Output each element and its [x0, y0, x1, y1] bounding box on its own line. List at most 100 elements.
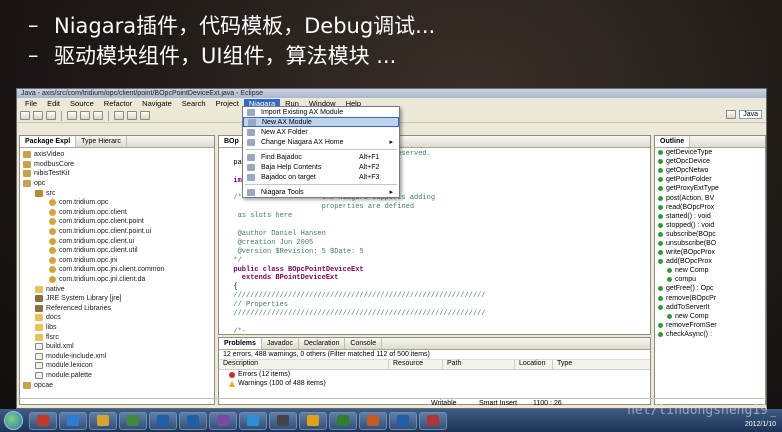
- tab-type-hierarchy[interactable]: Type Hierarc: [76, 136, 127, 147]
- open-type-icon[interactable]: [127, 111, 137, 120]
- menu-item[interactable]: Find Bajadoc Alt+F1: [243, 152, 399, 162]
- taskbar-app-button[interactable]: [329, 411, 357, 430]
- taskbar-app-button[interactable]: [389, 411, 417, 430]
- outline-item[interactable]: stopped() : void: [655, 221, 765, 230]
- tab-outline[interactable]: Outline: [655, 136, 691, 147]
- search-icon[interactable]: [140, 111, 150, 120]
- tab-problems[interactable]: Problems: [219, 338, 262, 349]
- col-description[interactable]: Description: [219, 360, 389, 369]
- tree-item[interactable]: com.tridium.opc.client: [23, 208, 214, 218]
- outline-item[interactable]: post(Action, BV: [655, 193, 765, 202]
- tree-item[interactable]: JRE System Library [jre]: [23, 294, 214, 304]
- menu-source[interactable]: Source: [65, 99, 99, 108]
- print-icon[interactable]: [46, 111, 56, 120]
- tree-item[interactable]: com.tridium.opc.client.point.ui: [23, 227, 214, 237]
- taskbar-app-button[interactable]: [419, 411, 447, 430]
- taskbar-app-button[interactable]: [299, 411, 327, 430]
- outline-item[interactable]: subscribe(BOpc: [655, 230, 765, 239]
- tree-item[interactable]: com.tridium.opc.client.util: [23, 246, 214, 256]
- tree-item[interactable]: opc: [23, 179, 214, 189]
- menu-item[interactable]: Niagara Tools ▸: [243, 187, 399, 197]
- taskbar-app-button[interactable]: [179, 411, 207, 430]
- menu-project[interactable]: Project: [211, 99, 244, 108]
- tree-item[interactable]: com.tridium.opc.client.ui: [23, 236, 214, 246]
- tree-item[interactable]: module.palette: [23, 371, 214, 381]
- menu-refactor[interactable]: Refactor: [99, 99, 137, 108]
- outline-item[interactable]: started() : void: [655, 212, 765, 221]
- taskbar-app-button[interactable]: [29, 411, 57, 430]
- java-perspective-button[interactable]: Java: [739, 110, 762, 119]
- tree-item[interactable]: module-include.xml: [23, 351, 214, 361]
- menu-item[interactable]: New AX Folder: [243, 127, 399, 137]
- tree-item[interactable]: opcae: [23, 380, 214, 390]
- external-tools-icon[interactable]: [93, 111, 103, 120]
- tab-package-explorer[interactable]: Package Expl: [20, 136, 77, 147]
- menu-item[interactable]: New AX Module: [243, 117, 399, 127]
- tree-item[interactable]: build.xml: [23, 342, 214, 352]
- tree-item[interactable]: flsrc: [23, 332, 214, 342]
- tree-item[interactable]: modbusCore: [23, 160, 214, 170]
- menu-item[interactable]: Baja Help Contents Alt+F2: [243, 162, 399, 172]
- tree-item[interactable]: libs: [23, 323, 214, 333]
- outline-item[interactable]: getOpcDevice: [655, 157, 765, 166]
- errors-row[interactable]: Errors (12 items): [219, 370, 650, 379]
- new-icon[interactable]: [20, 111, 30, 120]
- tree-item[interactable]: com.tridium.opc.client.point: [23, 217, 214, 227]
- tab-declaration[interactable]: Declaration: [299, 338, 346, 349]
- menu-navigate[interactable]: Navigate: [137, 99, 177, 108]
- tree-item[interactable]: docs: [23, 313, 214, 323]
- open-perspective-icon[interactable]: [726, 110, 737, 119]
- tree-item[interactable]: src: [23, 188, 214, 198]
- tree-item[interactable]: com.tridium.opc.jni: [23, 256, 214, 266]
- outline-item[interactable]: compu: [655, 275, 765, 284]
- tree-item[interactable]: native: [23, 284, 214, 294]
- outline-item[interactable]: getDeviceType: [655, 148, 765, 157]
- taskbar-app-button[interactable]: [119, 411, 147, 430]
- tree-item[interactable]: nibisTestKit: [23, 169, 214, 179]
- taskbar-app-button[interactable]: [209, 411, 237, 430]
- save-icon[interactable]: [33, 111, 43, 120]
- menu-file[interactable]: File: [20, 99, 42, 108]
- tree-item[interactable]: com.tridium.opc.jni.client.da: [23, 275, 214, 285]
- col-resource[interactable]: Resource: [389, 360, 443, 369]
- tab-console[interactable]: Console: [345, 338, 383, 349]
- menu-edit[interactable]: Edit: [42, 99, 65, 108]
- taskbar-app-button[interactable]: [239, 411, 267, 430]
- tree-item[interactable]: axisVideo: [23, 150, 214, 160]
- outline-item[interactable]: removeFromSer: [655, 321, 765, 330]
- tree-item[interactable]: module.lexicon: [23, 361, 214, 371]
- run-icon[interactable]: [80, 111, 90, 120]
- menu-item[interactable]: Bajadoc on target Alt+F3: [243, 172, 399, 182]
- new-class-icon[interactable]: [114, 111, 124, 120]
- col-location[interactable]: Location: [515, 360, 553, 369]
- warnings-row[interactable]: Warnings (100 of 488 items): [219, 379, 650, 388]
- menu-item[interactable]: Import Existing AX Module: [243, 107, 399, 117]
- taskbar-app-button[interactable]: [59, 411, 87, 430]
- tree-item[interactable]: com.tridium.opc: [23, 198, 214, 208]
- outline-item[interactable]: getProxyExtType: [655, 184, 765, 193]
- outline-item[interactable]: read(BOpcProx: [655, 203, 765, 212]
- taskbar-app-button[interactable]: [89, 411, 117, 430]
- outline-item[interactable]: add(BOpcProx: [655, 257, 765, 266]
- outline-item[interactable]: getOpcNetwo: [655, 166, 765, 175]
- col-path[interactable]: Path: [443, 360, 515, 369]
- taskbar-app-button[interactable]: [359, 411, 387, 430]
- outline-item[interactable]: unsubscribe(BO: [655, 239, 765, 248]
- outline-item[interactable]: getFree() : Opc: [655, 284, 765, 293]
- outline-item[interactable]: new Comp: [655, 312, 765, 321]
- outline-item[interactable]: checkAsync() :: [655, 330, 765, 339]
- outline-item[interactable]: write(BOpcProx: [655, 248, 765, 257]
- menu-item[interactable]: Change Niagara AX Home ▸: [243, 137, 399, 147]
- taskbar-app-button[interactable]: [149, 411, 177, 430]
- tab-javadoc[interactable]: Javadoc: [262, 338, 299, 349]
- start-button[interactable]: [4, 411, 23, 430]
- outline-item[interactable]: addToServerIt: [655, 303, 765, 312]
- taskbar-app-button[interactable]: [269, 411, 297, 430]
- outline-item[interactable]: getPointFolder: [655, 175, 765, 184]
- menu-search[interactable]: Search: [177, 99, 211, 108]
- outline-item[interactable]: remove(BOpcPr: [655, 294, 765, 303]
- tree-item[interactable]: com.tridium.opc.jni.client.common: [23, 265, 214, 275]
- outline-item[interactable]: new Comp: [655, 266, 765, 275]
- editor-tab[interactable]: BOp: [219, 136, 245, 147]
- tree-item[interactable]: Referenced Libraries: [23, 304, 214, 314]
